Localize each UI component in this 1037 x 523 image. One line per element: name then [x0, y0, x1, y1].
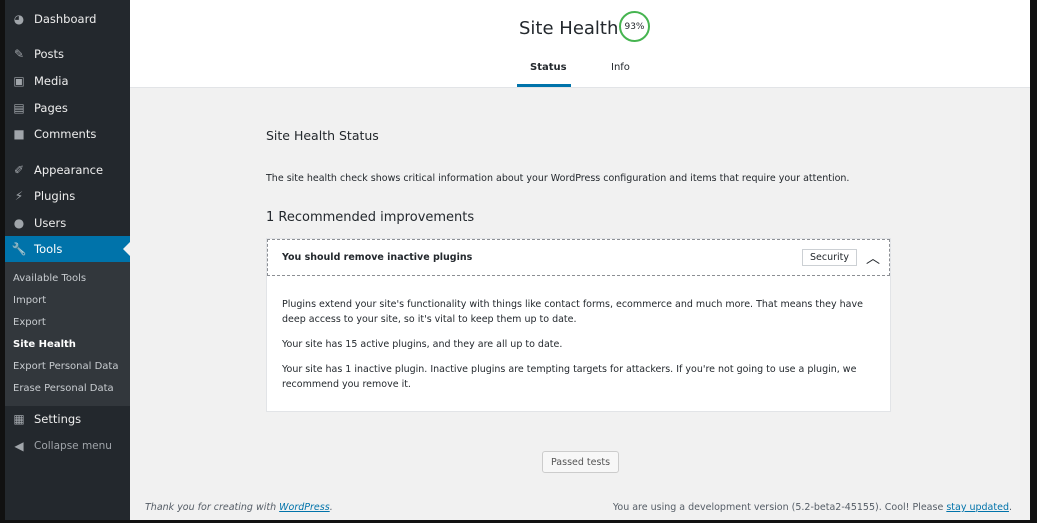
tab-info[interactable]: Info — [611, 62, 630, 73]
user-icon: ● — [13, 216, 25, 230]
menu-label: Users — [34, 216, 67, 230]
section-heading: Site Health Status — [266, 128, 379, 143]
collapse-icon: ◀ — [14, 439, 24, 453]
admin-sidebar: ◕ Dashboard ✎ Posts ▣ Media ▤ Pages ■ Comment… — [5, 0, 130, 520]
menu-comments[interactable]: ■ Comments — [5, 121, 130, 147]
passed-tests-button[interactable]: Passed tests — [542, 451, 620, 473]
dashboard-icon: ◕ — [13, 12, 25, 26]
menu-settings[interactable]: ▦ Settings — [5, 406, 130, 432]
collapse-menu[interactable]: ◀ Collapse menu — [5, 433, 130, 459]
submenu-site-health[interactable]: Site Health — [13, 339, 76, 350]
footer-punct: . — [329, 502, 333, 513]
footer-text: You are using a development version (5.2… — [612, 502, 947, 513]
media-icon: ▣ — [13, 74, 25, 88]
menu-label: Comments — [34, 127, 97, 141]
stay-updated-link[interactable]: stay updated — [946, 502, 1009, 513]
submenu-available-tools[interactable]: Available Tools — [13, 273, 86, 284]
tab-status[interactable]: Status — [530, 62, 567, 73]
menu-dashboard[interactable]: ◕ Dashboard — [5, 6, 130, 32]
menu-appearance[interactable]: ✐ Appearance — [5, 157, 130, 183]
issue-paragraph: Your site has 1 inactive plugin. Inactiv… — [282, 364, 857, 390]
menu-tools[interactable]: 🔧 Tools — [5, 236, 130, 262]
site-health-header: Site Health 93% Status Info — [130, 0, 1030, 88]
health-score: 93% — [619, 11, 650, 42]
menu-label: Posts — [34, 47, 65, 61]
menu-label: Appearance — [34, 163, 104, 177]
menu-label: Dashboard — [34, 12, 97, 26]
menu-label: Settings — [34, 412, 82, 426]
improvements-count: 1 Recommended improvements — [266, 210, 475, 225]
menu-label: Collapse menu — [34, 440, 112, 452]
footer-version: You are using a development version (5.2… — [613, 502, 1012, 513]
menu-pages[interactable]: ▤ Pages — [5, 95, 130, 121]
issue-accordion: You should remove inactive plugins Secur… — [266, 238, 891, 412]
wp-admin: ◕ Dashboard ✎ Posts ▣ Media ▤ Pages ■ Comment… — [5, 0, 1030, 520]
issue-paragraph: Plugins extend your site's functionality… — [282, 299, 863, 325]
submenu-erase-personal-data[interactable]: Erase Personal Data — [13, 383, 114, 394]
menu-label: Tools — [34, 242, 63, 256]
page-title: Site Health — [519, 18, 619, 39]
menu-media[interactable]: ▣ Media — [5, 68, 130, 94]
submenu-export-personal-data[interactable]: Export Personal Data — [13, 361, 118, 372]
description: The site health check shows critical inf… — [266, 173, 850, 184]
issue-toggle[interactable]: You should remove inactive plugins Secur… — [267, 239, 890, 276]
submenu-export[interactable]: Export — [13, 317, 46, 328]
tools-submenu: Available Tools Import Export Site Healt… — [5, 262, 130, 406]
wrench-icon: 🔧 — [11, 242, 27, 256]
chevron-up-icon[interactable]: ︿ — [866, 248, 880, 268]
settings-icon: ▦ — [13, 412, 25, 426]
menu-label: Media — [34, 74, 69, 88]
footer-punct: . — [1008, 502, 1012, 513]
pin-icon: ✎ — [13, 47, 25, 61]
comment-icon: ■ — [13, 127, 25, 141]
menu-label: Pages — [34, 101, 68, 115]
menu-plugins[interactable]: ⚡ Plugins — [5, 183, 130, 209]
pages-icon: ▤ — [13, 101, 25, 115]
submenu-import[interactable]: Import — [13, 295, 46, 306]
footer-text: Thank you for creating with — [145, 502, 280, 513]
issue-paragraph: Your site has 15 active plugins, and the… — [282, 339, 563, 350]
footer-thanks: Thank you for creating with WordPress. — [145, 502, 333, 513]
wordpress-link[interactable]: WordPress — [279, 502, 330, 513]
menu-posts[interactable]: ✎ Posts — [5, 41, 130, 67]
brush-icon: ✐ — [13, 163, 25, 177]
menu-label: Plugins — [34, 189, 76, 203]
security-badge: Security — [802, 249, 858, 266]
issue-title: You should remove inactive plugins — [282, 252, 473, 263]
plug-icon: ⚡ — [14, 189, 24, 203]
menu-users[interactable]: ● Users — [5, 210, 130, 236]
active-tab-indicator — [517, 84, 571, 87]
